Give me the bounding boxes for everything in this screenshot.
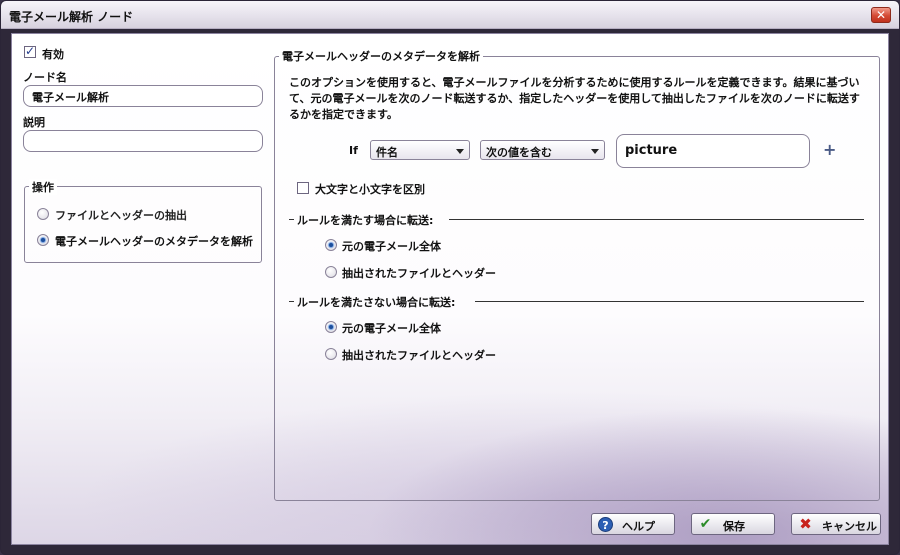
operation-legend: 操作: [29, 179, 57, 195]
radio-parse-metadata-label[interactable]: 電子メールヘッダーのメタデータを解析: [55, 233, 259, 249]
enabled-label: 有効: [42, 48, 64, 61]
match-section-title: ルールを満たす場合に転送:: [297, 214, 434, 227]
title-bar[interactable]: 電子メール解析 ノード ✕: [1, 1, 899, 29]
if-label: If: [349, 144, 358, 157]
radio-nomatch-extracted[interactable]: [325, 348, 337, 360]
window-title: 電子メール解析 ノード: [9, 10, 134, 24]
case-sensitive-checkbox[interactable]: [297, 182, 309, 194]
option-description: このオプションを使用すると、電子メールファイルを分析するために使用するルールを定…: [289, 76, 860, 121]
node-name-field[interactable]: 電子メール解析: [23, 85, 263, 107]
radio-nomatch-extracted-label[interactable]: 抽出されたファイルとヘッダー: [342, 347, 496, 363]
close-button[interactable]: ✕: [871, 7, 891, 23]
add-rule-icon[interactable]: +: [823, 140, 836, 159]
close-icon: ✕: [875, 8, 887, 22]
nomatch-section-header: ルールを満たさない場合に転送:: [289, 294, 864, 310]
radio-match-original-label[interactable]: 元の電子メール全体: [342, 238, 441, 254]
radio-match-extracted[interactable]: [325, 266, 337, 278]
nomatch-section-title: ルールを満たさない場合に転送:: [297, 296, 456, 309]
dialog-content: 有効 ノード名 電子メール解析 説明 操作 ファイルとヘッダーの抽出 電子メール…: [11, 33, 889, 545]
chevron-down-icon: [456, 149, 464, 154]
radio-match-original[interactable]: [325, 239, 337, 251]
rule-value-field[interactable]: picture: [616, 134, 810, 168]
cancel-button-label: キャンセル: [822, 520, 877, 533]
parse-metadata-legend: 電子メールヘッダーのメタデータを解析: [279, 48, 483, 64]
node-name-label: ノード名: [23, 71, 67, 84]
radio-nomatch-original[interactable]: [325, 321, 337, 333]
radio-match-extracted-label[interactable]: 抽出されたファイルとヘッダー: [342, 265, 496, 281]
dialog-window: 電子メール解析 ノード ✕ 有効 ノード名 電子メール解析 説明 操作 ファイル…: [0, 0, 900, 555]
save-button[interactable]: ✔ 保存: [691, 513, 775, 535]
parse-metadata-group: 電子メールヘッダーのメタデータを解析 このオプションを使用すると、電子メールファ…: [274, 48, 880, 501]
radio-parse-metadata[interactable]: [37, 234, 49, 246]
description-label: 説明: [23, 116, 45, 129]
operator-select-value: 次の値を含む: [486, 146, 552, 159]
help-icon: ?: [598, 517, 613, 532]
save-button-label: 保存: [723, 520, 745, 533]
close-icon: ✖: [799, 515, 812, 533]
radio-extract-files-label[interactable]: ファイルとヘッダーの抽出: [55, 207, 187, 223]
field-select[interactable]: 件名: [370, 140, 470, 160]
radio-extract-files[interactable]: [37, 208, 49, 220]
field-select-value: 件名: [376, 146, 398, 159]
checkmark-icon: ✔: [699, 516, 712, 532]
enabled-checkbox[interactable]: [24, 44, 36, 58]
case-sensitive-label[interactable]: 大文字と小文字を区別: [315, 181, 425, 197]
operation-group: 操作 ファイルとヘッダーの抽出 電子メールヘッダーのメタデータを解析: [24, 179, 262, 263]
chevron-down-icon: [591, 149, 599, 154]
help-button[interactable]: ? ヘルプ: [591, 513, 675, 535]
cancel-button[interactable]: ✖ キャンセル: [791, 513, 881, 535]
operator-select[interactable]: 次の値を含む: [480, 140, 605, 160]
radio-nomatch-original-label[interactable]: 元の電子メール全体: [342, 320, 441, 336]
description-field[interactable]: [23, 130, 263, 152]
help-button-label: ヘルプ: [622, 520, 655, 533]
match-section-header: ルールを満たす場合に転送:: [289, 212, 864, 228]
